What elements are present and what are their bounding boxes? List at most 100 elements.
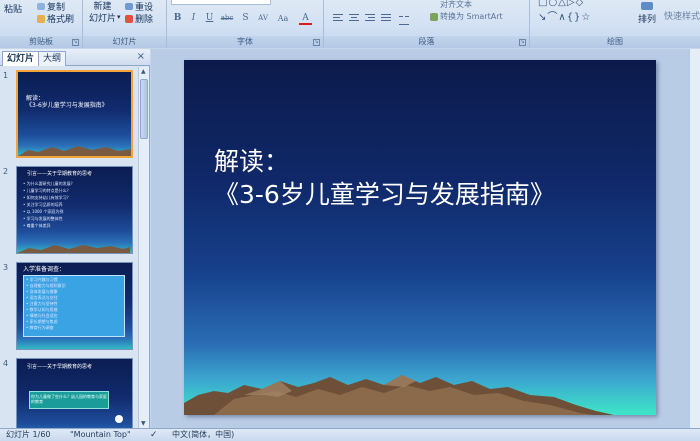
- quick-styles-label: 快速样式: [664, 12, 700, 22]
- clipboard-launcher-icon[interactable]: ↘: [72, 39, 79, 46]
- slides-pane: 幻灯片 大纲 × 1 解读： 《3-6岁儿童学习与发展指南》 2 引言——关于早…: [0, 49, 150, 428]
- delete-icon: [125, 14, 133, 23]
- arrange-label: 排列: [638, 15, 657, 25]
- thumb2-title: 引言——关于早期教育的思考: [27, 171, 93, 177]
- scroll-down-icon[interactable]: ▼: [141, 420, 146, 427]
- align-text-label: 对齐文本: [440, 0, 472, 9]
- align-text-button[interactable]: 对齐文本: [440, 0, 472, 10]
- tab-slides[interactable]: 幻灯片: [2, 51, 40, 66]
- thumbnail-scrollbar[interactable]: ▲ ▼: [138, 67, 149, 428]
- thumb2-line: • 关注学习品质的培养: [23, 202, 63, 207]
- new-slide-label-1: 新建: [93, 2, 112, 12]
- slide-thumbnail-2[interactable]: 引言——关于早期教育的思考 • 为什么要研究儿童的发展？ • 儿童学习的特点是什…: [16, 166, 133, 254]
- align-center-icon[interactable]: [348, 12, 360, 22]
- slide-thumbnail-4[interactable]: 引言——关于早期教育的思考 你为儿童做了些什么？幼儿园的教育与家庭的教育: [16, 358, 133, 428]
- font-group: B I U abc S AV Aa A 字体 ↘: [167, 0, 324, 48]
- thumb1-title-1: 解读：: [26, 95, 45, 102]
- slide-title[interactable]: 解读： 《3-6岁儿童学习与发展指南》: [214, 145, 555, 211]
- thumb2-line: • 以 1000 个家庭为例: [23, 209, 64, 214]
- delete-button[interactable]: 删除: [125, 12, 153, 25]
- underline-button[interactable]: U: [203, 12, 216, 25]
- new-slide-button[interactable]: 新建 幻灯片: [89, 2, 116, 24]
- shadow-button[interactable]: S: [239, 12, 252, 25]
- paragraph-launcher-icon[interactable]: ↘: [519, 39, 526, 46]
- arrange-icon: [641, 2, 653, 10]
- format-painter-icon: [37, 14, 45, 23]
- slide-thumbnail-3[interactable]: 入学准备调查： • 学习兴趣与习惯 • 自理能力与规则意识 • 身体发展与健康 …: [16, 262, 133, 350]
- delete-label: 删除: [135, 15, 154, 25]
- thumb-number: 3: [3, 263, 9, 272]
- paragraph-group: 对齐文本 转换为 SmartArt 段落 ↘: [324, 0, 530, 48]
- quick-styles-button[interactable]: 快速样式: [664, 9, 700, 22]
- thumb1-mountains: [18, 146, 131, 156]
- slide-thumbnail-1[interactable]: 解读： 《3-6岁儿童学习与发展指南》: [16, 70, 133, 158]
- close-icon[interactable]: ×: [137, 51, 145, 62]
- paste-button[interactable]: 粘贴: [4, 2, 22, 15]
- italic-button[interactable]: I: [187, 12, 200, 25]
- pane-tabs: 幻灯片 大纲 ×: [0, 49, 150, 66]
- scroll-up-icon[interactable]: ▲: [141, 68, 146, 75]
- mountain-range: [184, 375, 614, 415]
- thumb2-line: • 尊重个体差异: [23, 223, 51, 228]
- smartart-icon: [430, 12, 438, 21]
- thumb-number: 2: [3, 167, 9, 176]
- clipboard-group-label: 剪贴板: [0, 36, 82, 48]
- thumb4-title: 引言——关于早期教育的思考: [27, 364, 93, 370]
- thumb-number: 4: [3, 359, 9, 368]
- slide-counter: 幻灯片 1/60: [6, 430, 51, 439]
- justify-icon[interactable]: [380, 12, 392, 22]
- font-color-button[interactable]: A: [299, 12, 312, 25]
- thumb-number: 1: [3, 71, 9, 80]
- scroll-thumb[interactable]: [140, 79, 148, 139]
- drawing-group: □○△▷◇ ↘⌒∧{}☆ 排列 快速样式 绘图: [530, 0, 700, 48]
- thumb2-line: • 为什么要研究儿童的发展？: [23, 181, 75, 186]
- font-name-combo[interactable]: [171, 0, 271, 5]
- copy-icon: [37, 3, 45, 10]
- spellcheck-icon[interactable]: ✓: [150, 429, 158, 441]
- slides-group: 新建 幻灯片 ▾ 重设 删除 幻灯片: [83, 0, 167, 48]
- slide-title-line-2: 《3-6岁儿童学习与发展指南》: [214, 180, 555, 209]
- font-launcher-icon[interactable]: ↘: [313, 39, 320, 46]
- thumb3-line: • 教育行为调查: [26, 325, 54, 330]
- thumb2-mountains: [17, 245, 130, 253]
- align-left-icon[interactable]: [332, 12, 344, 22]
- new-slide-label-2: 幻灯片: [89, 14, 117, 24]
- arrange-button[interactable]: 排列: [638, 2, 656, 25]
- ribbon: 粘贴 复制 格式刷 剪贴板 ↘ 新建 幻灯片 ▾ 重设 删除 幻灯片 B I U…: [0, 0, 700, 48]
- paste-label: 粘贴: [4, 5, 23, 15]
- columns-icon[interactable]: [398, 12, 410, 25]
- bold-button[interactable]: B: [171, 12, 184, 25]
- change-case-button[interactable]: Aa: [275, 12, 291, 25]
- font-group-label: 字体: [167, 36, 323, 48]
- align-right-icon[interactable]: [364, 12, 376, 22]
- status-bar: 幻灯片 1/60 "Mountain Top" ✓ 中文(简体，中国): [0, 428, 700, 441]
- thumb4-callout-text: 你为儿童做了些什么？幼儿园的教育与家庭的教育: [31, 394, 107, 404]
- reset-icon: [125, 3, 133, 10]
- clipboard-group: 粘贴 复制 格式刷 剪贴板 ↘: [0, 0, 83, 48]
- editor-scrollbar[interactable]: [689, 49, 700, 428]
- thumb2-line: • 学习与发展的整体性: [23, 216, 63, 221]
- format-painter-label: 格式刷: [47, 15, 75, 25]
- thumb4-decoration: [115, 415, 123, 423]
- shapes-gallery-row1[interactable]: □○△▷◇: [538, 0, 584, 8]
- thumb2-line: • 如何支持幼儿有效学习？: [23, 195, 71, 200]
- slides-group-label: 幻灯片: [83, 36, 166, 48]
- slide-editor: 解读： 《3-6岁儿童学习与发展指南》: [151, 49, 700, 428]
- tab-outline[interactable]: 大纲: [38, 51, 67, 66]
- slide-title-line-1: 解读：: [214, 147, 290, 176]
- char-spacing-button[interactable]: AV: [255, 12, 271, 25]
- drawing-group-label: 绘图: [530, 36, 700, 48]
- thumb3-title: 入学准备调查：: [23, 266, 66, 273]
- shapes-gallery-row2[interactable]: ↘⌒∧{}☆: [538, 8, 591, 23]
- strikethrough-button[interactable]: abc: [219, 12, 235, 25]
- language-indicator[interactable]: 中文(简体，中国): [172, 429, 234, 441]
- format-painter-button[interactable]: 格式刷: [37, 12, 74, 25]
- current-slide[interactable]: 解读： 《3-6岁儿童学习与发展指南》: [184, 60, 656, 415]
- convert-smartart-label: 转换为 SmartArt: [440, 12, 503, 21]
- new-slide-dropdown[interactable]: ▾: [117, 13, 121, 21]
- thumb1-title-2: 《3-6岁儿童学习与发展指南》: [26, 102, 108, 109]
- paragraph-group-label: 段落: [324, 36, 529, 48]
- thumbnail-list: 1 解读： 《3-6岁儿童学习与发展指南》 2 引言——关于早期教育的思考 • …: [0, 67, 138, 428]
- thumb2-line: • 儿童学习的特点是什么？: [23, 188, 71, 193]
- convert-smartart-button[interactable]: 转换为 SmartArt: [430, 11, 503, 22]
